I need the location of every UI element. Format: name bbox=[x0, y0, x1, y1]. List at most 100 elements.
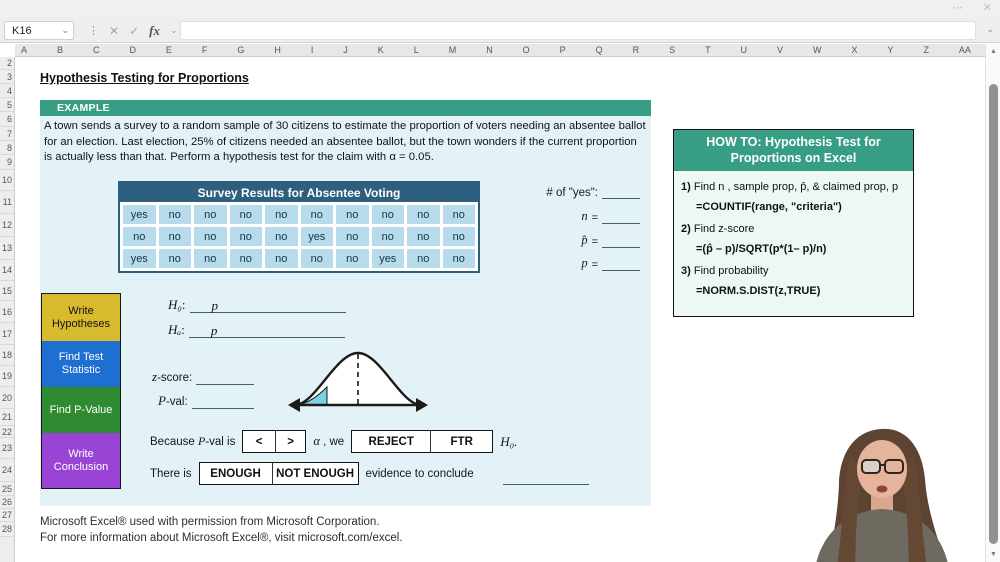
cancel-icon[interactable]: ✕ bbox=[109, 24, 119, 38]
p-field[interactable] bbox=[602, 258, 640, 271]
survey-cell[interactable]: no bbox=[300, 205, 333, 224]
enough-option[interactable]: ENOUGH bbox=[200, 463, 272, 484]
column-header[interactable]: S bbox=[669, 45, 675, 55]
survey-cell[interactable]: no bbox=[158, 227, 191, 246]
survey-cell[interactable]: no bbox=[407, 227, 440, 246]
survey-cell[interactable]: no bbox=[194, 249, 227, 268]
row-header[interactable]: 6 bbox=[0, 112, 14, 127]
h0-field[interactable]: p bbox=[189, 298, 346, 313]
survey-cell[interactable]: no bbox=[407, 249, 440, 268]
row-header[interactable]: 12 bbox=[0, 214, 14, 237]
column-header[interactable]: M bbox=[449, 45, 457, 55]
row-header[interactable]: 28 bbox=[0, 522, 14, 537]
column-header[interactable]: R bbox=[633, 45, 640, 55]
survey-cell[interactable]: no bbox=[407, 205, 440, 224]
window-close-icon[interactable]: ✕ bbox=[983, 1, 992, 14]
row-header[interactable]: 17 bbox=[0, 323, 14, 345]
row-header[interactable]: 4 bbox=[0, 84, 14, 98]
column-header[interactable]: I bbox=[311, 45, 314, 55]
row-header[interactable]: 22 bbox=[0, 426, 14, 438]
row-header[interactable]: 20 bbox=[0, 387, 14, 409]
formula-bar-expand-icon[interactable]: ⌄ bbox=[986, 24, 994, 35]
cell-name-box[interactable]: K16 ⌄ bbox=[4, 21, 74, 40]
survey-cell[interactable]: no bbox=[229, 227, 262, 246]
yes-count-field[interactable] bbox=[602, 186, 640, 199]
chevron-down-icon[interactable]: ⌄ bbox=[170, 25, 178, 36]
column-header[interactable]: C bbox=[93, 45, 100, 55]
row-header[interactable]: 21 bbox=[0, 409, 14, 426]
column-header[interactable]: O bbox=[523, 45, 530, 55]
row-header[interactable]: 18 bbox=[0, 345, 14, 366]
column-header[interactable]: B bbox=[57, 45, 63, 55]
phat-field[interactable] bbox=[602, 235, 640, 248]
row-header[interactable]: 7 bbox=[0, 127, 14, 141]
greater-than-option[interactable]: > bbox=[274, 431, 306, 452]
survey-cell[interactable]: yes bbox=[300, 227, 333, 246]
column-header[interactable]: U bbox=[741, 45, 748, 55]
survey-cell[interactable]: no bbox=[336, 249, 369, 268]
column-header[interactable]: P bbox=[560, 45, 566, 55]
insert-function-icon[interactable]: fx bbox=[149, 23, 160, 39]
step-button[interactable]: Find Test Statistic bbox=[42, 341, 120, 387]
step-button[interactable]: Write Conclusion bbox=[42, 433, 120, 488]
survey-cell[interactable]: no bbox=[123, 227, 156, 246]
pval-field[interactable] bbox=[191, 396, 254, 409]
enter-icon[interactable]: ✓ bbox=[129, 24, 139, 38]
survey-cell[interactable]: no bbox=[265, 249, 298, 268]
row-header[interactable]: 26 bbox=[0, 496, 14, 509]
scroll-up-icon[interactable]: ▲ bbox=[986, 48, 1000, 55]
column-header[interactable]: G bbox=[237, 45, 244, 55]
window-more-icon[interactable]: ⋯ bbox=[952, 1, 964, 14]
survey-cell[interactable]: no bbox=[229, 249, 262, 268]
column-header[interactable]: E bbox=[166, 45, 172, 55]
survey-cell[interactable]: no bbox=[194, 227, 227, 246]
scrollbar-thumb[interactable] bbox=[989, 84, 998, 544]
scroll-down-icon[interactable]: ▼ bbox=[986, 551, 1000, 558]
ftr-option[interactable]: FTR bbox=[430, 431, 492, 452]
zscore-field[interactable] bbox=[196, 372, 255, 385]
column-header[interactable]: V bbox=[777, 45, 783, 55]
row-header[interactable]: 15 bbox=[0, 281, 14, 301]
row-header[interactable]: 19 bbox=[0, 366, 14, 387]
survey-cell[interactable]: no bbox=[371, 205, 404, 224]
column-header[interactable]: J bbox=[343, 45, 348, 55]
column-header[interactable]: Y bbox=[887, 45, 893, 55]
row-header[interactable]: 16 bbox=[0, 301, 14, 323]
survey-cell[interactable]: no bbox=[336, 227, 369, 246]
vertical-scrollbar[interactable]: ▲ ▼ bbox=[985, 44, 1000, 562]
column-header[interactable]: AA bbox=[959, 45, 971, 55]
survey-cell[interactable]: yes bbox=[123, 249, 156, 268]
column-header[interactable]: Z bbox=[923, 45, 929, 55]
step-button[interactable]: Find P-Value bbox=[42, 387, 120, 433]
survey-cell[interactable]: no bbox=[194, 205, 227, 224]
survey-cell[interactable]: no bbox=[265, 227, 298, 246]
survey-cell[interactable]: no bbox=[336, 205, 369, 224]
column-header[interactable]: N bbox=[486, 45, 493, 55]
column-header[interactable]: A bbox=[21, 45, 27, 55]
row-header[interactable]: 13 bbox=[0, 237, 14, 260]
formula-input[interactable] bbox=[180, 21, 976, 40]
survey-cell[interactable]: yes bbox=[123, 205, 156, 224]
n-field[interactable] bbox=[602, 211, 640, 224]
column-header[interactable]: D bbox=[129, 45, 136, 55]
column-header[interactable]: K bbox=[378, 45, 384, 55]
row-header[interactable]: 25 bbox=[0, 482, 14, 496]
column-header[interactable]: X bbox=[851, 45, 857, 55]
row-header[interactable]: 10 bbox=[0, 170, 14, 191]
row-header[interactable]: 8 bbox=[0, 141, 14, 155]
column-header[interactable]: H bbox=[274, 45, 281, 55]
column-header[interactable]: L bbox=[414, 45, 419, 55]
survey-cell[interactable]: no bbox=[300, 249, 333, 268]
column-header[interactable]: Q bbox=[596, 45, 603, 55]
survey-cell[interactable]: no bbox=[265, 205, 298, 224]
row-header[interactable]: 24 bbox=[0, 459, 14, 482]
row-header[interactable]: 11 bbox=[0, 191, 14, 214]
row-header[interactable]: 23 bbox=[0, 438, 14, 459]
row-header[interactable]: 2 bbox=[0, 57, 14, 70]
row-header[interactable]: 14 bbox=[0, 260, 14, 281]
ha-field[interactable]: p bbox=[188, 323, 345, 338]
survey-cell[interactable]: yes bbox=[371, 249, 404, 268]
survey-cell[interactable]: no bbox=[371, 227, 404, 246]
row-header[interactable]: 9 bbox=[0, 155, 14, 170]
survey-cell[interactable]: no bbox=[229, 205, 262, 224]
